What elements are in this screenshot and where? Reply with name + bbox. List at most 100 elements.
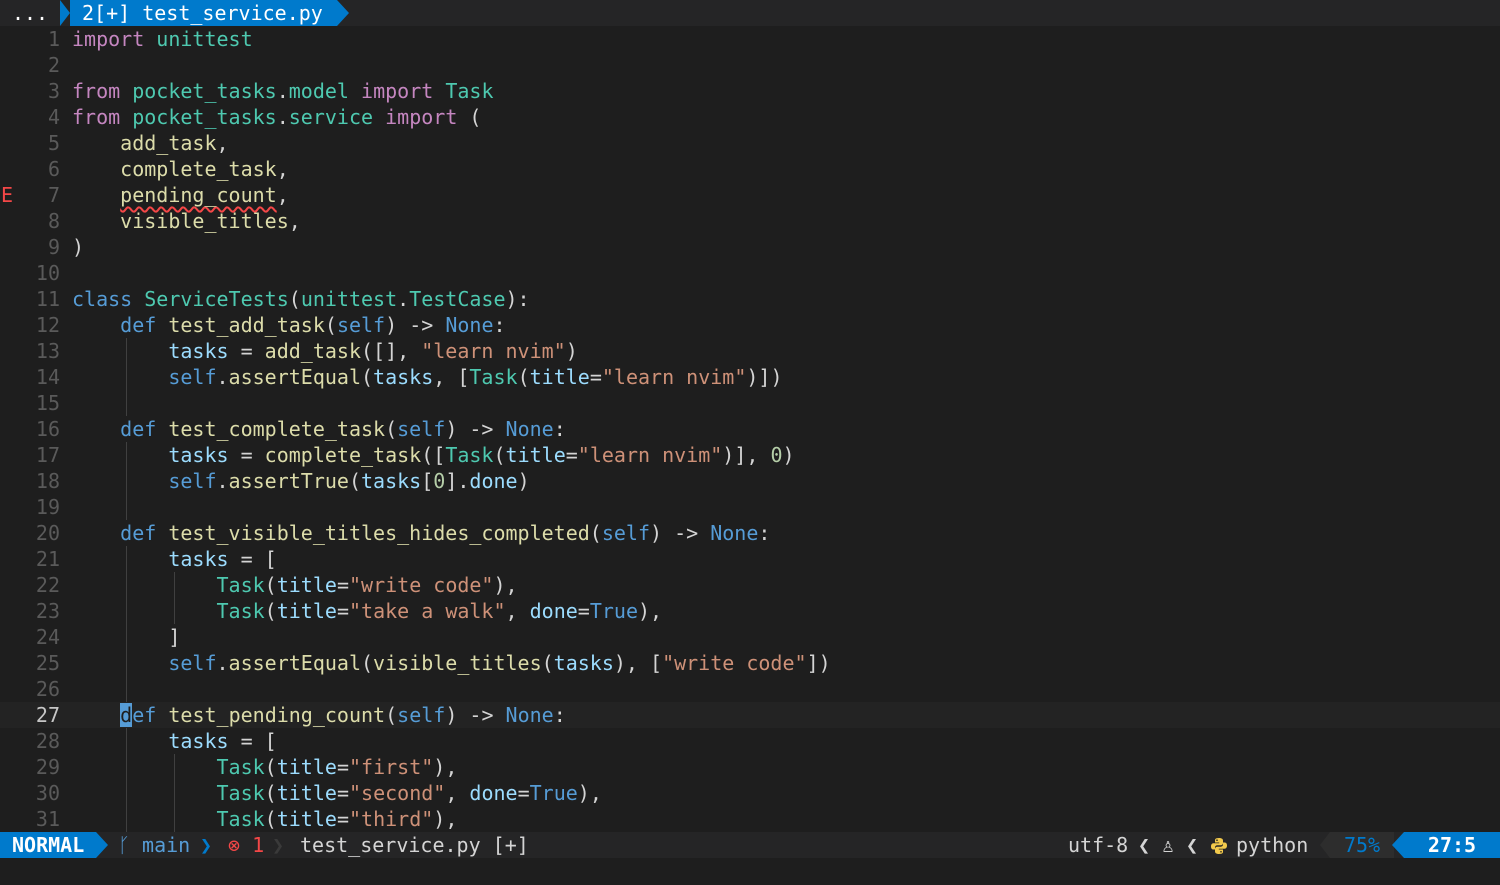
line-number: 21 <box>35 547 60 571</box>
code-line[interactable]: 28 tasks = [ <box>0 728 1500 754</box>
code-line[interactable]: 2 <box>0 52 1500 78</box>
code-token: ServiceTests <box>144 287 289 311</box>
indent-guide <box>174 754 175 832</box>
code-token: ( <box>385 703 398 727</box>
code-token: , <box>276 157 289 181</box>
line-number: 18 <box>35 469 60 493</box>
code-token: "learn nvim" <box>601 365 747 389</box>
code-token: from <box>72 79 121 103</box>
code-token: "third" <box>348 807 434 831</box>
line-number: 7 <box>47 183 60 207</box>
code-line[interactable]: 22 Task(title="write code"), <box>0 572 1500 598</box>
code-line[interactable]: 10 <box>0 260 1500 286</box>
code-token: ( <box>361 651 374 675</box>
tab-overflow-indicator[interactable]: ... <box>0 0 60 26</box>
separator-chevron-left-icon: ❮ <box>1186 833 1199 857</box>
code-token: . <box>216 365 229 389</box>
code-token: ), [ <box>613 651 663 675</box>
code-line[interactable]: 17 tasks = complete_task([Task(title="le… <box>0 442 1500 468</box>
line-number: 20 <box>35 521 60 545</box>
command-line[interactable] <box>0 858 1500 885</box>
code-line[interactable]: 20 def test_visible_titles_hides_complet… <box>0 520 1500 546</box>
code-token: pocket_tasks <box>132 105 277 129</box>
code-token: title <box>529 365 590 389</box>
code-line[interactable]: 21 tasks = [ <box>0 546 1500 572</box>
code-text: def test_visible_titles_hides_completed(… <box>72 520 770 546</box>
code-text: tasks = [ <box>72 728 277 754</box>
diagnostics[interactable]: ⊗ 1 <box>228 832 264 858</box>
code-line[interactable]: 11 class ServiceTests(unittest.TestCase): <box>0 286 1500 312</box>
code-token: None <box>505 703 554 727</box>
line-number: 16 <box>35 417 60 441</box>
code-token: tasks <box>553 651 614 675</box>
code-line[interactable]: 31 Task(title="third"), <box>0 806 1500 832</box>
line-number: 12 <box>35 313 60 337</box>
code-line[interactable]: 3 from pocket_tasks.model import Task <box>0 78 1500 104</box>
code-line[interactable]: 15 <box>0 390 1500 416</box>
error-circle-icon: ⊗ <box>228 833 241 857</box>
branch-name: main <box>142 833 191 857</box>
line-number: 27 <box>35 703 60 727</box>
line-number: 29 <box>35 755 60 779</box>
code-token: = <box>228 443 265 467</box>
code-token: = <box>336 573 349 597</box>
code-token: self <box>168 651 217 675</box>
code-line[interactable]: 30 Task(title="second", done=True), <box>0 780 1500 806</box>
code-token: ) -> <box>650 521 711 545</box>
code-line[interactable]: 18 self.assertTrue(tasks[0].done) <box>0 468 1500 494</box>
code-token: title <box>276 599 337 623</box>
code-line[interactable]: E 7 pending_count, <box>0 182 1500 208</box>
code-token: import <box>72 27 145 51</box>
code-token: ( <box>264 599 277 623</box>
indent-guide <box>126 442 127 520</box>
code-token: import <box>361 79 434 103</box>
tabline: ... 2[+] test_service.py <box>0 0 1500 26</box>
code-token: title <box>276 755 337 779</box>
code-text: from pocket_tasks.model import Task <box>72 78 494 104</box>
code-token: True <box>529 781 578 805</box>
code-token: "write code" <box>348 573 494 597</box>
code-line[interactable]: 25 self.assertEqual(visible_titles(tasks… <box>0 650 1500 676</box>
code-token: class <box>72 287 133 311</box>
code-line[interactable]: 12 def test_add_task(self) -> None: <box>0 312 1500 338</box>
code-line[interactable]: 9) <box>0 234 1500 260</box>
code-line[interactable]: 4 from pocket_tasks.service import ( <box>0 104 1500 130</box>
code-line[interactable]: 23 Task(title="take a walk", done=True), <box>0 598 1500 624</box>
code-line[interactable]: 5 add_task, <box>0 130 1500 156</box>
line-number: 11 <box>35 287 60 311</box>
code-token: ) <box>517 469 530 493</box>
code-line[interactable]: 8 visible_titles, <box>0 208 1500 234</box>
code-token: import <box>385 105 458 129</box>
tab-test-service[interactable]: 2[+] test_service.py <box>60 0 349 26</box>
code-token: tasks <box>168 339 229 363</box>
code-line[interactable]: 19 <box>0 494 1500 520</box>
code-line[interactable]: 6 complete_task, <box>0 156 1500 182</box>
editor-pane[interactable]: 1 import unittest 2 3 from pocket_tasks.mode… <box>0 26 1500 832</box>
line-number: 19 <box>35 495 60 519</box>
code-line[interactable]: 14 self.assertEqual(tasks, [Task(title="… <box>0 364 1500 390</box>
indent-guide <box>126 546 127 702</box>
linux-tux-icon: ♙ <box>1162 833 1175 857</box>
code-line[interactable]: 26 <box>0 676 1500 702</box>
code-token: = [ <box>228 729 277 753</box>
code-line[interactable]: 16 def test_complete_task(self) -> None: <box>0 416 1500 442</box>
separator-chevron-left-icon: ❮ <box>1138 833 1151 857</box>
code-line[interactable]: 13 tasks = add_task([], "learn nvim") <box>0 338 1500 364</box>
code-token: done <box>469 469 518 493</box>
code-text: class ServiceTests(unittest.TestCase): <box>72 286 530 312</box>
code-line[interactable]: 27 def test_pending_count(self) -> None: <box>0 702 1500 728</box>
code-line[interactable]: 29 Task(title="first"), <box>0 754 1500 780</box>
line-number: 10 <box>35 261 60 285</box>
code-line[interactable]: 1 import unittest <box>0 26 1500 52</box>
code-token: . <box>216 651 229 675</box>
code-text: pending_count, <box>72 182 289 208</box>
code-line[interactable]: 24 ] <box>0 624 1500 650</box>
